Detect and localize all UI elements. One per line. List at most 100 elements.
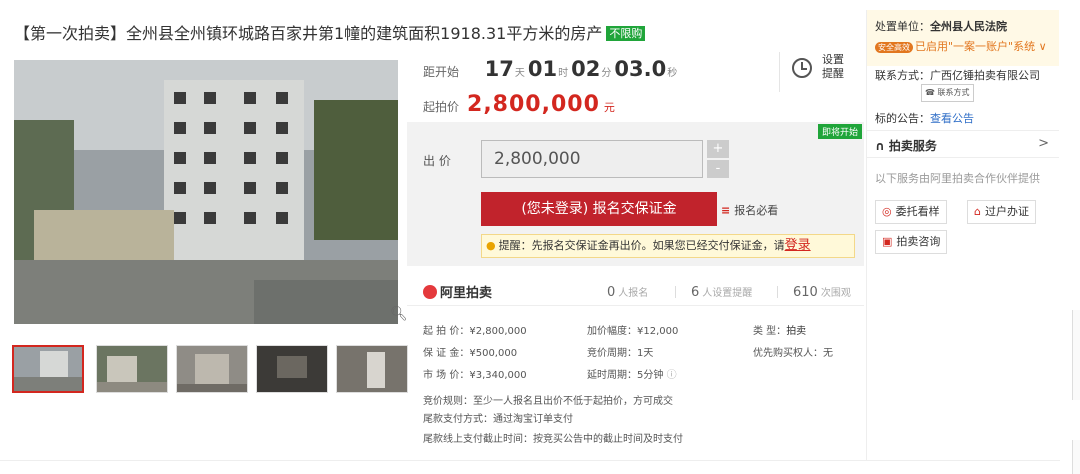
reminder-line1: 设置	[822, 53, 844, 66]
side-tab[interactable]	[1072, 440, 1080, 474]
transfer-button[interactable]: ⌂ 过户办证	[967, 200, 1036, 224]
right-sidebar: 处置单位：全州县人民法院 安全高效 已启用"一案一账户"系统 ∨ 联系方式：广西亿…	[866, 10, 1059, 460]
detail-priority-value: ：无	[813, 348, 833, 359]
detail-start-price: 起 拍 价：¥2,800,000	[423, 326, 527, 337]
thumbnail-5[interactable]	[336, 345, 408, 393]
contact-label: 联系方式：	[875, 69, 930, 82]
detail-increment: 加价幅度：¥12,000	[587, 326, 679, 337]
purchase-limit-badge: 不限购	[606, 26, 646, 41]
reminder-line2: 提醒	[822, 67, 844, 80]
countdown-hours: 01	[527, 57, 558, 81]
divider	[675, 286, 676, 298]
login-link[interactable]: 登录	[785, 238, 811, 253]
service-subtitle: 以下服务由阿里拍卖合作伙伴提供	[875, 172, 1040, 185]
detail-type-label: 类 型：	[753, 326, 787, 337]
must-read-icon: ≡	[721, 204, 731, 217]
notice-row: 标的公告：查看公告	[875, 110, 974, 126]
court-panel: 处置单位：全州县人民法院 安全高效 已启用"一案一账户"系统 ∨	[867, 10, 1059, 66]
account-line: 安全高效 已启用"一案一账户"系统 ∨	[875, 38, 1047, 54]
transfer-label: 过户办证	[984, 205, 1029, 218]
countdown-label: 距开始	[423, 65, 460, 79]
detail-delay: 延时周期：5分钟 ⓘ	[587, 366, 677, 381]
reminder-count-value: 6	[691, 285, 700, 300]
signup-count-label: 人报名	[618, 288, 649, 299]
must-read-label: 报名必看	[734, 204, 779, 217]
account-text[interactable]: 已启用"一案一账户"系统	[915, 40, 1035, 53]
view-count-value: 610	[793, 285, 818, 300]
detail-priority: 优先购买权人：无	[753, 344, 833, 359]
auction-service-title: ∩ 拍卖服务	[875, 137, 937, 154]
ali-logo-text: 阿里拍卖	[440, 286, 493, 301]
set-reminder-button[interactable]: 设置 提醒	[779, 52, 859, 92]
ali-auction-logo: 阿里拍卖	[423, 282, 492, 301]
bid-label: 出 价	[423, 154, 451, 168]
contact-button[interactable]: ☎ 联系方式	[921, 84, 974, 102]
auction-service-label: 拍卖服务	[888, 139, 937, 153]
countdown: 距开始 17天 01时 02分 03.0秒	[423, 57, 680, 81]
court-name[interactable]: 全州县人民法院	[930, 20, 1007, 33]
court-label: 处置单位：	[875, 20, 930, 33]
auction-service-header[interactable]: ∩ 拍卖服务 >	[867, 130, 1059, 158]
consult-label: 拍卖咨询	[896, 235, 941, 248]
bid-stepper: + -	[707, 140, 729, 180]
payment-deadline: 尾款线上支付截止时间：按竞买公告中的截止时间及时支付	[423, 434, 683, 445]
detail-type-value: 拍卖	[786, 326, 807, 337]
side-tab[interactable]	[1072, 310, 1080, 400]
chevron-down-icon[interactable]: ∨	[1039, 40, 1047, 53]
bid-rule: 竞价规则：至少一人报名且出价不低于起拍价，方可成交	[423, 396, 673, 407]
location-icon: ◎	[882, 205, 892, 218]
contact-button-label: 联系方式	[937, 88, 970, 97]
ali-logo-icon	[423, 285, 437, 299]
view-notice-link[interactable]: 查看公告	[930, 112, 974, 125]
thumbnail-1[interactable]	[12, 345, 84, 393]
entrust-viewing-button[interactable]: ◎ 委托看样	[875, 200, 947, 224]
signup-count: 0 人报名	[607, 284, 648, 300]
divider	[0, 460, 1060, 461]
start-price-label: 起拍价	[423, 100, 460, 114]
thumbnail-2[interactable]	[96, 345, 168, 393]
lightbulb-icon: ●	[486, 239, 496, 252]
bid-input[interactable]: 2,800,000	[481, 140, 703, 178]
increase-bid-button[interactable]: +	[707, 140, 729, 158]
detail-type: 类 型：拍卖	[753, 322, 806, 337]
payment-method: 尾款支付方式：通过淘宝订单支付	[423, 414, 573, 425]
start-price: 起拍价 2,800,000 元	[423, 92, 615, 117]
contact-value: 广西亿锤拍卖有限公司	[930, 69, 1040, 82]
person-icon: ⌂	[974, 205, 981, 218]
reminder-count-label: 人设置提醒	[702, 288, 753, 299]
signup-deposit-button[interactable]: (您未登录) 报名交保证金	[481, 192, 717, 226]
main-property-image[interactable]	[14, 60, 398, 324]
view-count-label: 次围观	[820, 288, 851, 299]
detail-priority-label: 优先购买权人	[753, 348, 813, 359]
chat-icon: ▣	[882, 235, 893, 248]
countdown-seconds-unit: 秒	[667, 68, 678, 79]
detail-deposit: 保 证 金：¥500,000	[423, 348, 518, 359]
start-price-unit: 元	[603, 101, 615, 114]
help-icon[interactable]: ⓘ	[667, 370, 677, 381]
auction-panel: 距开始 17天 01时 02分 03.0秒 设置 提醒 起拍价 2,800,000 元 即将…	[407, 40, 864, 454]
notice-label: 标的公告：	[875, 112, 930, 125]
auction-stats-bar: 阿里拍卖 0 人报名 6 人设置提醒 610 次围观	[407, 276, 864, 306]
clock-icon	[792, 58, 812, 78]
countdown-days-unit: 天	[514, 68, 525, 79]
countdown-seconds: 03.0	[614, 57, 667, 81]
entrust-viewing-label: 委托看样	[895, 205, 940, 218]
deposit-tip: ● 提醒：先报名交保证金再出价。如果您已经交付保证金，请登录	[481, 234, 855, 258]
tip-text: 提醒：先报名交保证金再出价。如果您已经交付保证金，请	[498, 239, 785, 252]
thumbnail-4[interactable]	[256, 345, 328, 393]
phone-icon: ☎	[925, 88, 938, 97]
consult-button[interactable]: ▣ 拍卖咨询	[875, 230, 948, 254]
decrease-bid-button[interactable]: -	[707, 160, 729, 178]
detail-cycle: 竞价周期：1天	[587, 348, 654, 359]
detail-delay-text: 延时周期：5分钟	[587, 370, 664, 381]
must-read-link[interactable]: ≡ 报名必看	[721, 202, 778, 218]
countdown-minutes: 02	[571, 57, 601, 81]
status-badge: 即将开始	[817, 124, 862, 139]
countdown-minutes-unit: 分	[601, 68, 612, 79]
court-line: 处置单位：全州县人民法院	[875, 18, 1007, 34]
divider	[777, 286, 778, 298]
thumbnail-3[interactable]	[176, 345, 248, 393]
chevron-right-icon: >	[1038, 136, 1049, 151]
countdown-hours-unit: 时	[558, 68, 569, 79]
zoom-icon[interactable]: 🔍︎	[390, 306, 408, 322]
